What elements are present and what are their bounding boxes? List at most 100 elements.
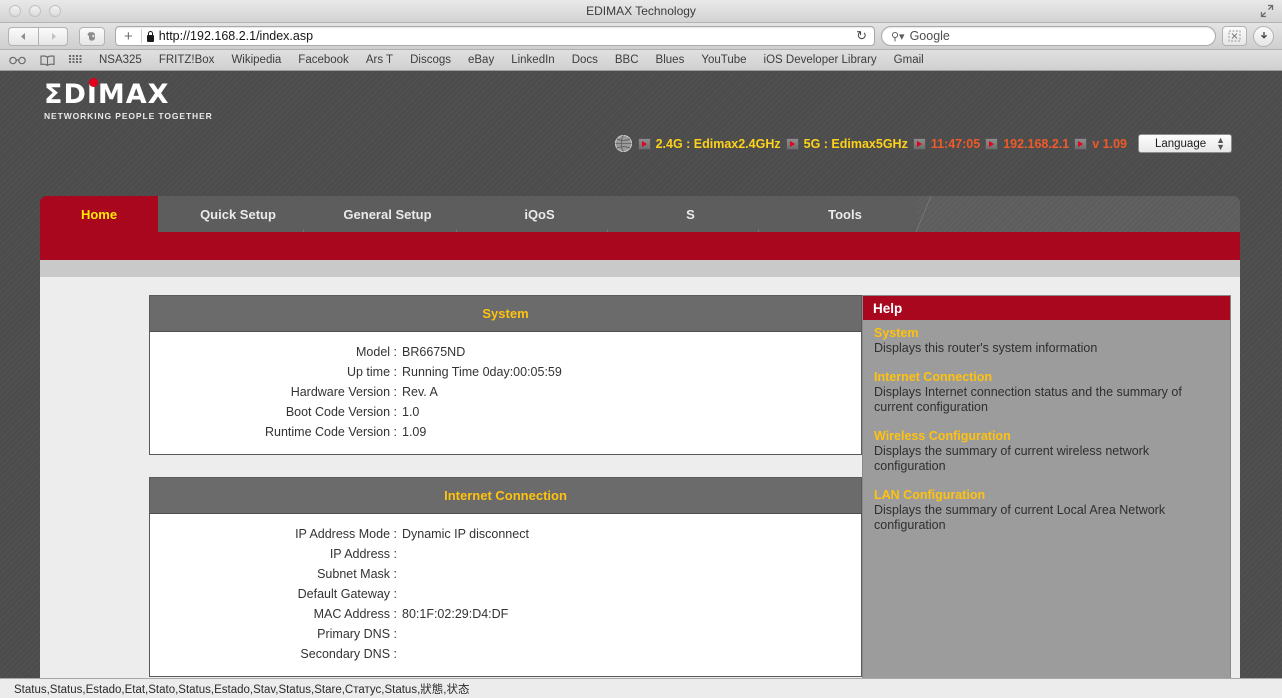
bookmarks-bar: NSA325 FRITZ!Box Wikipedia Facebook Ars … [0, 50, 1282, 71]
bookmark-blues[interactable]: Blues [656, 54, 685, 66]
tab-s[interactable]: S [608, 196, 759, 232]
bookmark-ios-developer-library[interactable]: iOS Developer Library [764, 54, 877, 66]
status-bar-text: Status,Status,Estado,Etat,Stato,Status,E… [14, 681, 469, 697]
bookmark-ebay[interactable]: eBay [468, 54, 494, 66]
tab-quick-setup[interactable]: Quick Setup [158, 196, 304, 232]
bookmark-fritzbox[interactable]: FRITZ!Box [159, 54, 215, 66]
bookmark-ars-t[interactable]: Ars T [366, 54, 393, 66]
table-row: Boot Code Version : 1.0 [150, 402, 861, 422]
tab-home-label: Home [81, 207, 117, 222]
url-divider [141, 29, 142, 43]
tab-tools-label: Tools [828, 207, 862, 222]
tabbar-filler [917, 196, 1240, 232]
row-value [402, 644, 861, 664]
row-value [402, 564, 861, 584]
tab-iqos[interactable]: iQoS [457, 196, 608, 232]
browser-toolbar: + http://192.168.2.1/index.asp ↻ ⚲▾ Goog… [0, 23, 1282, 50]
help-entries: System Displays this router's system inf… [863, 320, 1230, 534]
row-value: 1.0 [402, 402, 861, 422]
address-bar[interactable]: + http://192.168.2.1/index.asp ↻ [115, 26, 875, 46]
help-entry: Wireless Configuration Displays the summ… [874, 429, 1218, 475]
book-icon[interactable] [40, 55, 55, 66]
router-ip: 192.168.2.1 [1003, 137, 1069, 151]
status-bar: Status,Status,Estado,Etat,Stato,Status,E… [0, 678, 1282, 698]
row-key: Primary DNS : [150, 624, 402, 644]
internet-connection-panel-title: Internet Connection [150, 478, 861, 514]
grid-icon[interactable] [69, 55, 82, 66]
back-arrow-icon [19, 32, 28, 41]
reload-icon[interactable]: ↻ [856, 28, 869, 44]
lock-icon [147, 31, 154, 42]
internet-connection-panel-body: IP Address Mode : Dynamic IP disconnect … [150, 514, 861, 676]
header-gray-band [40, 260, 1240, 277]
search-placeholder: Google [910, 29, 950, 43]
elephant-icon [86, 30, 99, 43]
table-row: IP Address : [150, 544, 861, 564]
table-row: Subnet Mask : [150, 564, 861, 584]
bookmark-linkedin[interactable]: LinkedIn [511, 54, 554, 66]
forward-button[interactable] [38, 27, 68, 46]
row-key: Hardware Version : [150, 382, 402, 402]
row-key: MAC Address : [150, 604, 402, 624]
edimax-logo: ΣDIMAX NETWORKING PEOPLE TOGETHER [44, 81, 213, 121]
row-key: Boot Code Version : [150, 402, 402, 422]
ip-marker-icon [985, 138, 998, 150]
search-icon: ⚲▾ [891, 30, 905, 43]
header-red-band [40, 232, 1240, 260]
version-marker-icon [1074, 138, 1087, 150]
row-key: Runtime Code Version : [150, 422, 402, 442]
wifi-24-label: 2.4G : Edimax2.4GHz [656, 137, 781, 151]
help-entry: Internet Connection Displays Internet co… [874, 370, 1218, 416]
row-value: Rev. A [402, 382, 861, 402]
row-value: BR6675ND [402, 342, 861, 362]
window-title: EDIMAX Technology [0, 0, 1282, 23]
help-entry: System Displays this router's system inf… [874, 326, 1218, 357]
bookmark-toolbar-icons [9, 55, 82, 66]
table-row: Hardware Version : Rev. A [150, 382, 861, 402]
system-panel-title: System [150, 296, 861, 332]
language-select[interactable]: Language ▲▼ [1138, 134, 1232, 153]
page-content: System Model : BR6675ND Up time : Runnin… [40, 277, 1240, 698]
help-entry-title: Internet Connection [874, 370, 1218, 384]
logo-tagline: NETWORKING PEOPLE TOGETHER [44, 111, 213, 121]
table-row: Model : BR6675ND [150, 342, 861, 362]
help-entry-text: Displays the summary of current Local Ar… [874, 503, 1218, 534]
evernote-clipper-button[interactable] [79, 27, 105, 46]
bookmark-discogs[interactable]: Discogs [410, 54, 451, 66]
page-viewport: ΣDIMAX NETWORKING PEOPLE TOGETHER 2.4G :… [0, 71, 1282, 698]
main-navigation-tabs: Home Quick Setup General Setup iQoS S [40, 196, 1240, 232]
back-button[interactable] [8, 27, 38, 46]
downloads-button[interactable] [1253, 26, 1274, 47]
logo-wordmark: ΣDIMAX [44, 81, 213, 108]
bookmark-facebook[interactable]: Facebook [298, 54, 349, 66]
scissors-icon [1228, 30, 1241, 42]
tab-home[interactable]: Home [40, 196, 158, 232]
chevron-updown-icon: ▲▼ [1216, 137, 1225, 151]
system-panel: System Model : BR6675ND Up time : Runnin… [149, 295, 862, 455]
tab-s-label: S [686, 207, 695, 222]
tab-separator [916, 196, 931, 232]
search-field[interactable]: ⚲▾ Google [881, 26, 1216, 46]
fullscreen-icon[interactable] [1260, 4, 1274, 18]
reader-glasses-icon[interactable] [9, 55, 26, 65]
bookmark-docs[interactable]: Docs [572, 54, 598, 66]
bookmark-bbc[interactable]: BBC [615, 54, 639, 66]
help-entry-title: Wireless Configuration [874, 429, 1218, 443]
row-key: Model : [150, 342, 402, 362]
bookmark-nsa325[interactable]: NSA325 [99, 54, 142, 66]
help-heading: Help [863, 296, 1230, 320]
tab-quick-setup-label: Quick Setup [200, 207, 276, 222]
bookmark-gmail[interactable]: Gmail [894, 54, 924, 66]
clipper-button[interactable] [1222, 26, 1247, 46]
add-tab-icon[interactable]: + [121, 29, 136, 44]
row-value [402, 624, 861, 644]
bookmark-wikipedia[interactable]: Wikipedia [231, 54, 281, 66]
help-entry-text: Displays Internet connection status and … [874, 385, 1218, 416]
tab-tools[interactable]: Tools [759, 196, 917, 232]
tab-general-setup[interactable]: General Setup [304, 196, 457, 232]
bookmark-youtube[interactable]: YouTube [701, 54, 746, 66]
wifi-5-label: 5G : Edimax5GHz [804, 137, 908, 151]
table-row: Secondary DNS : [150, 644, 861, 664]
content-left-column: System Model : BR6675ND Up time : Runnin… [40, 295, 862, 698]
row-value [402, 544, 861, 564]
